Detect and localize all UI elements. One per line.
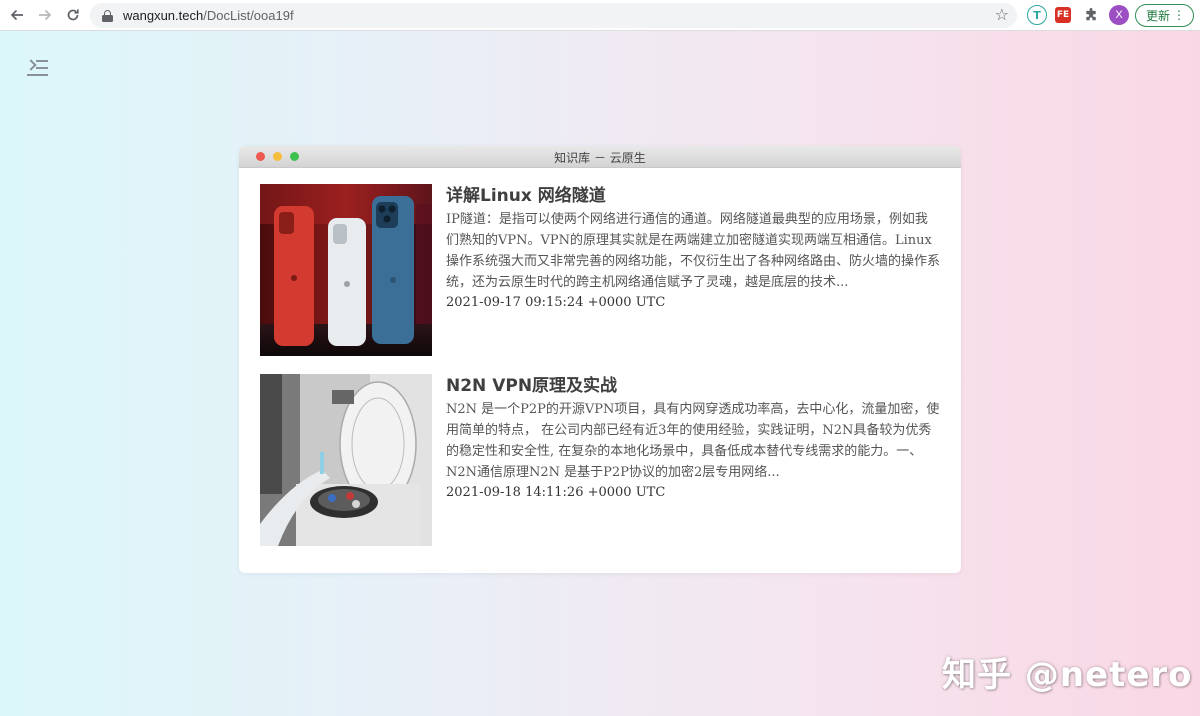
- forward-arrow-icon: [39, 9, 52, 21]
- article-excerpt: IP隧道：是指可以使两个网络进行通信的通道。网络隧道最典型的应用场景，例如我们熟…: [446, 212, 941, 290]
- article-title[interactable]: 详解Linux 网络隧道: [446, 184, 940, 208]
- article-info: N2N VPN原理及实战 N2N 是一个P2P的开源VPN项目，具有内网穿透成功…: [446, 374, 940, 503]
- update-label: 更新: [1146, 9, 1171, 23]
- article-date: 2021-09-18 14:11:26 +0000 UTC: [446, 485, 666, 500]
- fe-extension-icon[interactable]: FE: [1055, 7, 1071, 23]
- forward-button[interactable]: [31, 1, 59, 29]
- reload-icon: [67, 9, 79, 21]
- update-button[interactable]: 更新 ⋮: [1135, 4, 1194, 27]
- back-button[interactable]: [3, 1, 31, 29]
- lock-icon[interactable]: [102, 9, 113, 22]
- bookmark-star-icon[interactable]: ☆: [995, 5, 1009, 24]
- profile-avatar[interactable]: X: [1109, 5, 1129, 25]
- window-title: 知识库 － 云原生: [554, 151, 646, 165]
- window-titlebar: 知识库 － 云原生: [239, 146, 961, 168]
- translate-extension-icon[interactable]: T: [1027, 5, 1047, 25]
- article-thumbnail-phones[interactable]: [260, 184, 432, 356]
- article-date: 2021-09-17 09:15:24 +0000 UTC: [446, 295, 666, 310]
- sidebar-toggle-icon[interactable]: [25, 59, 48, 77]
- browser-toolbar: wangxun.tech/DocList/ooa19f ☆ T FE X 更新 …: [0, 0, 1200, 31]
- reload-button[interactable]: [59, 1, 87, 29]
- article-thumbnail-lab[interactable]: [260, 374, 432, 546]
- zhihu-watermark: 知乎 @netero: [942, 655, 1193, 695]
- kebab-menu-icon: ⋮: [1173, 8, 1185, 22]
- url-text[interactable]: wangxun.tech/DocList/ooa19f: [123, 8, 294, 23]
- article-info: 详解Linux 网络隧道 IP隧道：是指可以使两个网络进行通信的通道。网络隧道最…: [446, 184, 940, 313]
- article-excerpt: N2N 是一个P2P的开源VPN项目，具有内网穿透成功率高，去中心化，流量加密，…: [446, 402, 940, 480]
- back-arrow-icon: [10, 9, 23, 21]
- article-title[interactable]: N2N VPN原理及实战: [446, 374, 940, 398]
- doc-list-window: 知识库 － 云原生 详解Linux 网络隧道 IP隧道：是指可以使两个网络进行通…: [239, 146, 961, 573]
- page-background: 知识库 － 云原生 详解Linux 网络隧道 IP隧道：是指可以使两个网络进行通…: [0, 31, 1200, 716]
- address-bar[interactable]: wangxun.tech/DocList/ooa19f ☆: [90, 3, 1017, 28]
- puzzle-icon[interactable]: [1081, 5, 1101, 25]
